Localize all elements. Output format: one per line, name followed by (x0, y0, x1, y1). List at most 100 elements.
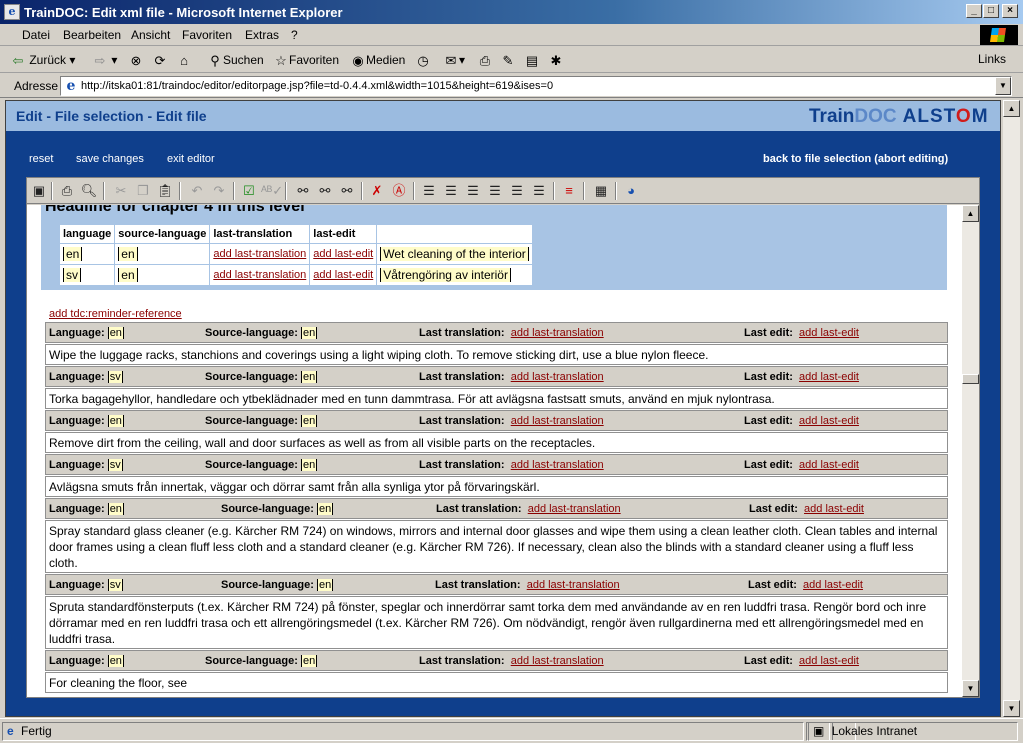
menu-ansicht[interactable]: Ansicht (131, 28, 170, 42)
source-language-value[interactable]: en (118, 247, 138, 261)
add-last-translation-link[interactable]: add last-translation (213, 248, 306, 260)
add-last-edit-link[interactable]: add last-edit (799, 327, 859, 339)
entry-text[interactable]: For cleaning the floor, see (45, 672, 948, 693)
add-last-translation-link[interactable]: add last-translation (511, 415, 604, 427)
add-last-edit-link[interactable]: add last-edit (799, 415, 859, 427)
entry-text[interactable]: Avlägsna smuts från innertak, väggar och… (45, 476, 948, 497)
scroll-thumb[interactable] (962, 374, 979, 384)
scroll-up-button[interactable]: ▲ (962, 205, 979, 222)
help-icon[interactable]: ◕ (621, 182, 641, 200)
add-last-edit-link[interactable]: add last-edit (799, 459, 859, 471)
save-changes-link[interactable]: save changes (76, 153, 144, 165)
attribute-icon[interactable]: Ⓐ (389, 182, 409, 200)
entry-text[interactable]: Wipe the luggage racks, stanchions and c… (45, 344, 948, 365)
copy-icon[interactable]: ❐ (133, 182, 153, 200)
chapter-headline[interactable]: Headline for chapter 4 in this level (45, 205, 305, 216)
insert-before-icon[interactable]: ☰ (441, 182, 461, 200)
add-last-edit-link[interactable]: add last-edit (313, 248, 373, 260)
print-button[interactable]: ⎙ (477, 50, 493, 70)
replace-icon[interactable]: ⚯ (337, 182, 357, 200)
language-value[interactable]: en (107, 655, 124, 667)
title-text-field[interactable]: Våtrengöring av interiör (380, 268, 511, 282)
add-last-edit-link[interactable]: add last-edit (799, 371, 859, 383)
refresh-button[interactable]: ⟳ (152, 50, 168, 70)
address-dropdown-button[interactable]: ▼ (995, 77, 1011, 95)
save-icon[interactable]: ▣ (29, 182, 49, 200)
add-last-translation-link[interactable]: add last-translation (511, 655, 604, 667)
vertical-scrollbar[interactable]: ▲ ▼ (962, 205, 979, 697)
add-last-translation-link[interactable]: add last-translation (528, 503, 621, 515)
address-input[interactable]: e http://itska01:81/traindoc/editor/edit… (60, 76, 1012, 96)
align-left-icon[interactable]: ☰ (419, 182, 439, 200)
minimize-button[interactable]: _ (966, 4, 982, 18)
redo-icon[interactable]: ↷ (209, 182, 229, 200)
add-last-translation-link[interactable]: add last-translation (511, 459, 604, 471)
scroll-down-button[interactable]: ▼ (962, 680, 979, 697)
add-last-translation-link[interactable]: add last-translation (511, 371, 604, 383)
source-language-value[interactable]: en (300, 655, 318, 667)
back-to-file-selection-link[interactable]: back to file selection (abort editing) (763, 153, 948, 165)
move-icon[interactable]: ☰ (529, 182, 549, 200)
source-language-value[interactable]: en (300, 459, 318, 471)
outdent-icon[interactable]: ☰ (507, 182, 527, 200)
reset-link[interactable]: reset (29, 153, 53, 165)
entry-text[interactable]: Remove dirt from the ceiling, wall and d… (45, 432, 948, 453)
print-icon[interactable]: ⎙ (57, 182, 77, 200)
paste-icon[interactable]: 📋︎ (155, 182, 175, 200)
source-language-value[interactable]: en (300, 415, 318, 427)
page-scroll-down-button[interactable]: ▼ (1003, 700, 1020, 717)
delete-element-icon[interactable]: ✗ (367, 182, 387, 200)
discuss-button[interactable]: ▤ (524, 50, 540, 70)
print-preview-icon[interactable]: 🔍︎ (79, 182, 99, 200)
add-last-translation-link[interactable]: add last-translation (213, 269, 306, 281)
add-last-edit-link[interactable]: add last-edit (804, 503, 864, 515)
language-value[interactable]: en (63, 247, 83, 261)
clipboard-icon[interactable]: ▦ (591, 182, 611, 200)
source-language-value[interactable]: en (118, 268, 138, 282)
page-scrollbar[interactable]: ▲ ▼ (1003, 100, 1020, 717)
validate-icon[interactable]: ☑ (239, 182, 259, 200)
add-last-edit-link[interactable]: add last-edit (799, 655, 859, 667)
title-text-field[interactable]: Wet cleaning of the interior (380, 247, 529, 261)
cut-icon[interactable]: ✂ (111, 182, 131, 200)
favorites-button[interactable]: ☆ Favoriten (273, 50, 339, 70)
edit-button[interactable]: ✎ (500, 50, 516, 70)
entry-text[interactable]: Torka bagagehyllor, handledare och ytbek… (45, 388, 948, 409)
mail-button[interactable]: ✉ ▾ (443, 50, 465, 70)
indent-icon[interactable]: ☰ (485, 182, 505, 200)
links-label[interactable]: Links (978, 52, 1006, 66)
insert-entity-icon[interactable]: ≡ (559, 182, 579, 200)
messenger-button[interactable]: ✱ (548, 50, 564, 70)
language-value[interactable]: en (107, 415, 124, 427)
maximize-button[interactable]: □ (983, 4, 999, 18)
entry-text[interactable]: Spray standard glass cleaner (e.g. Kärch… (45, 520, 948, 573)
add-last-edit-link[interactable]: add last-edit (803, 579, 863, 591)
language-value[interactable]: sv (107, 459, 123, 471)
exit-editor-link[interactable]: exit editor (167, 153, 215, 165)
history-button[interactable]: ◷ (415, 50, 431, 70)
add-last-edit-link[interactable]: add last-edit (313, 269, 373, 281)
media-button[interactable]: ◉ Medien (350, 50, 405, 70)
insert-after-icon[interactable]: ☰ (463, 182, 483, 200)
close-window-button[interactable]: × (1002, 4, 1018, 18)
source-language-value[interactable]: en (300, 371, 318, 383)
search-button[interactable]: ⚲ Suchen (207, 50, 263, 70)
undo-icon[interactable]: ↶ (187, 182, 207, 200)
add-last-translation-link[interactable]: add last-translation (511, 327, 604, 339)
language-value[interactable]: en (107, 503, 124, 515)
source-language-value[interactable]: en (316, 579, 334, 591)
menu-datei[interactable]: Datei (22, 28, 50, 42)
entry-text[interactable]: Spruta standardfönsterputs (t.ex. Kärche… (45, 596, 948, 649)
page-scroll-up-button[interactable]: ▲ (1003, 100, 1020, 117)
language-value[interactable]: sv (107, 579, 123, 591)
source-language-value[interactable]: en (300, 327, 318, 339)
stop-button[interactable]: ⊗ (128, 50, 144, 70)
menu-help[interactable]: ? (291, 28, 298, 42)
menu-bearbeiten[interactable]: Bearbeiten (63, 28, 121, 42)
back-button[interactable]: ⇦ Zurück ▾ (10, 50, 76, 70)
language-value[interactable]: sv (63, 268, 81, 282)
home-button[interactable]: ⌂ (176, 50, 192, 70)
language-value[interactable]: sv (107, 371, 123, 383)
find-next-icon[interactable]: ⚯ (315, 182, 335, 200)
language-value[interactable]: en (107, 327, 124, 339)
